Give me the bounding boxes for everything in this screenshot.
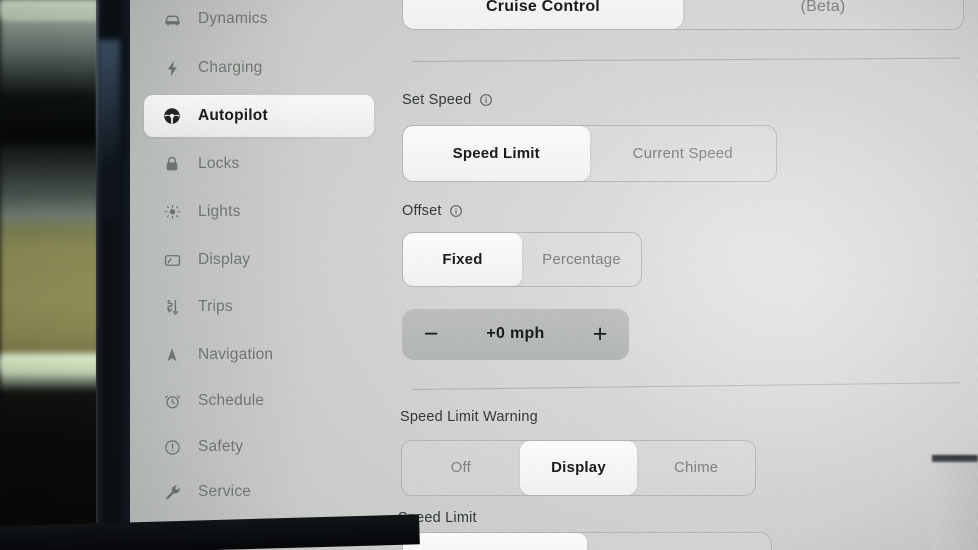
warning-circle-icon: [157, 438, 187, 457]
autopilot-settings-panel: Traffic-Aware Cruise Control Autosteer (…: [388, 0, 978, 550]
option-fixed[interactable]: Fixed: [403, 233, 522, 286]
sidebar-item-label: Navigation: [198, 346, 274, 363]
sidebar-item-dynamics[interactable]: Dynamics: [144, 0, 374, 40]
sidebar-item-label: Lights: [198, 203, 241, 220]
bezel-edge-highlight: [96, 0, 98, 550]
info-icon[interactable]: [479, 93, 493, 107]
sidebar-item-lights[interactable]: Lights: [144, 191, 374, 233]
option-current-speed[interactable]: Current Speed: [590, 126, 777, 181]
option-speed-limit-first[interactable]: [403, 533, 587, 550]
set-speed-segmented-control[interactable]: Speed Limit Current Speed: [402, 125, 777, 182]
sidebar-item-autopilot[interactable]: Autopilot: [144, 95, 374, 137]
navigation-arrow-icon: [157, 346, 187, 364]
label-text: Speed Limit Warning: [400, 409, 538, 425]
light-icon: [157, 203, 187, 222]
offset-segmented-control[interactable]: Fixed Percentage: [402, 232, 642, 287]
offset-increment-button[interactable]: +: [571, 321, 629, 347]
section-divider-bottom: [411, 382, 960, 390]
option-speed-limit[interactable]: Speed Limit: [403, 126, 590, 181]
screen-right-dark-edge: [932, 455, 978, 462]
offset-value: +0 mph: [486, 325, 545, 342]
set-speed-label: Set Speed: [402, 92, 493, 108]
tab-label: Traffic-Aware Cruise Control: [486, 0, 600, 15]
label-text: Offset: [402, 203, 442, 219]
tab-label: Autosteer (Beta): [800, 0, 846, 15]
car-icon: [157, 10, 187, 29]
sidebar-item-label: Locks: [198, 155, 240, 172]
offset-label: Offset: [402, 203, 463, 219]
option-display[interactable]: Display: [519, 441, 638, 495]
option-chime[interactable]: Chime: [637, 441, 755, 495]
speed-limit-segmented-control[interactable]: [402, 532, 772, 550]
offset-stepper[interactable]: − +0 mph +: [402, 308, 629, 360]
sidebar-item-label: Dynamics: [198, 10, 268, 27]
tab-traffic-aware-cruise-control[interactable]: Traffic-Aware Cruise Control: [403, 0, 683, 29]
sidebar-item-locks[interactable]: Locks: [144, 143, 374, 185]
option-speed-limit-second[interactable]: [587, 533, 771, 550]
sidebar-item-navigation[interactable]: Navigation: [144, 334, 374, 376]
alarm-clock-icon: [157, 392, 187, 411]
wrench-icon: [157, 483, 187, 502]
option-off[interactable]: Off: [402, 441, 520, 495]
road-icon: [157, 298, 187, 317]
option-percentage[interactable]: Percentage: [522, 233, 641, 286]
tab-autosteer-beta[interactable]: Autosteer (Beta): [683, 0, 963, 29]
section-divider-top: [411, 57, 960, 62]
blurred-background-scene: [0, 0, 102, 550]
sidebar-item-trips[interactable]: Trips: [144, 286, 374, 328]
display-icon: [157, 251, 187, 270]
sidebar-item-label: Display: [198, 251, 251, 268]
background-shadow-streak: [0, 96, 102, 140]
info-icon[interactable]: [449, 204, 463, 218]
sidebar-item-label: Safety: [198, 438, 244, 455]
lock-icon: [157, 155, 187, 173]
settings-sidebar: Dynamics Charging Autopilot Locks Lights…: [130, 0, 388, 550]
speed-limit-warning-label: Speed Limit Warning: [400, 409, 538, 425]
touchscreen-display: Dynamics Charging Autopilot Locks Lights…: [130, 0, 978, 550]
sidebar-item-label: Charging: [198, 59, 263, 76]
steering-wheel-icon: [157, 106, 187, 126]
bolt-icon: [157, 59, 187, 78]
autopilot-mode-tabs[interactable]: Traffic-Aware Cruise Control Autosteer (…: [402, 0, 964, 30]
background-light-streak-top: [0, 0, 102, 16]
sidebar-item-label: Schedule: [198, 392, 265, 409]
sidebar-item-label: Trips: [198, 298, 233, 315]
bezel-reflection: [98, 40, 120, 220]
sidebar-item-charging[interactable]: Charging: [144, 47, 374, 89]
sidebar-item-label: Service: [198, 483, 252, 500]
sidebar-item-safety[interactable]: Safety: [144, 426, 374, 468]
label-text: Set Speed: [402, 92, 472, 108]
sidebar-item-label: Autopilot: [198, 107, 268, 124]
background-light-streak: [0, 355, 102, 371]
screen-right-panel-edge: [932, 458, 978, 550]
sidebar-item-service[interactable]: Service: [144, 471, 374, 513]
sidebar-item-schedule[interactable]: Schedule: [144, 380, 374, 422]
offset-decrement-button[interactable]: −: [402, 321, 460, 347]
photo-of-tesla-touchscreen: Dynamics Charging Autopilot Locks Lights…: [0, 0, 978, 550]
speed-limit-warning-segmented-control[interactable]: Off Display Chime: [401, 440, 756, 496]
sidebar-item-display[interactable]: Display: [144, 239, 374, 281]
